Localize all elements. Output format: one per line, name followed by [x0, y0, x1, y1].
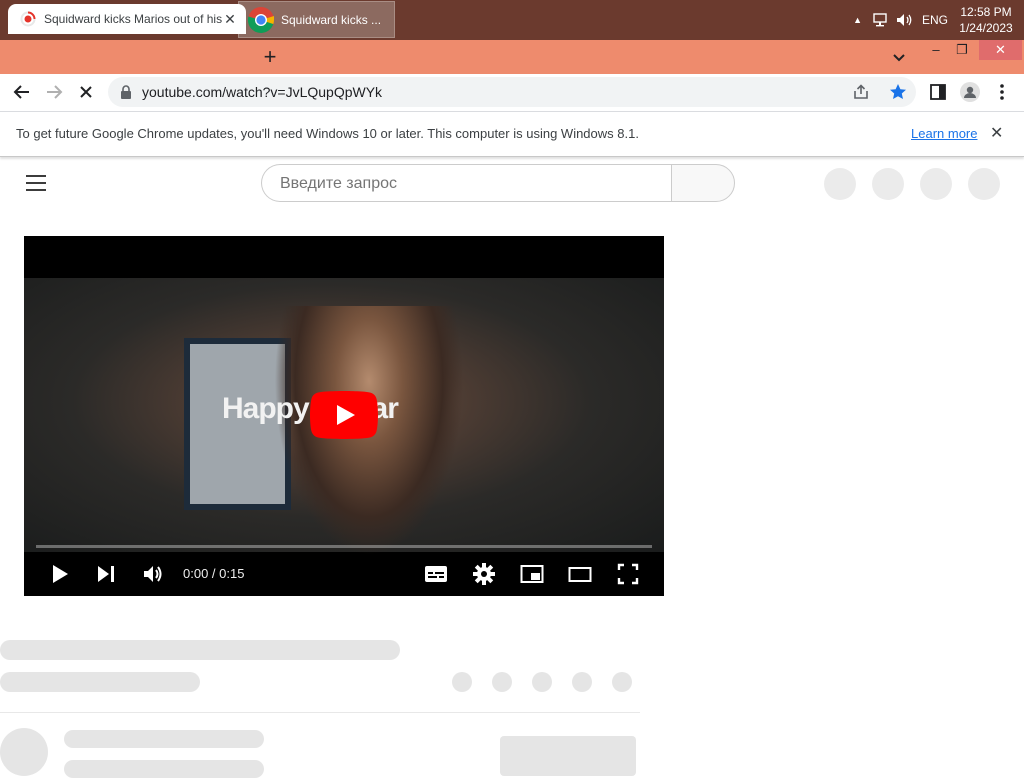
channel-name-skeleton	[64, 730, 264, 748]
action-skeleton	[532, 672, 552, 692]
settings-gear-icon[interactable]	[472, 562, 496, 586]
next-icon[interactable]	[94, 562, 118, 586]
tab-search-chevron-icon[interactable]	[888, 46, 910, 68]
video-timecode: 0:00 / 0:15	[183, 566, 245, 581]
lock-icon[interactable]	[120, 85, 132, 99]
action-skeleton	[572, 672, 592, 692]
tab-strip	[0, 40, 1024, 74]
play-icon[interactable]	[48, 562, 72, 586]
youtube-search-button[interactable]	[671, 164, 735, 202]
update-info-bar: To get future Google Chrome updates, you…	[0, 111, 1024, 157]
address-bar[interactable]: youtube.com/watch?v=JvLQupQpWYk	[108, 77, 916, 107]
kebab-menu-icon	[1000, 84, 1004, 100]
profile-avatar-icon	[960, 82, 980, 102]
clock-date: 1/24/2023	[959, 21, 1013, 35]
forward-button[interactable]	[42, 80, 66, 104]
tab-title: Squidward kicks Marios out of his	[44, 12, 222, 26]
back-button[interactable]	[10, 80, 34, 104]
side-panel-button[interactable]	[926, 80, 950, 104]
bookmark-star-icon[interactable]	[888, 82, 908, 102]
language-indicator[interactable]: ENG	[922, 13, 948, 27]
action-skeleton	[612, 672, 632, 692]
share-icon[interactable]	[852, 83, 870, 101]
channel-subs-skeleton	[64, 760, 264, 778]
header-placeholder-icon	[968, 168, 1000, 200]
close-icon	[80, 86, 92, 98]
channel-avatar-skeleton	[0, 728, 48, 776]
theater-mode-icon[interactable]	[568, 562, 592, 586]
section-divider	[0, 712, 640, 713]
volume-icon[interactable]	[141, 562, 165, 586]
volume-icon[interactable]	[896, 13, 914, 27]
chrome-menu-button[interactable]	[990, 80, 1014, 104]
browser-tab-active[interactable]: Squidward kicks Marios out of his ✕	[8, 4, 246, 34]
youtube-search-box	[261, 164, 671, 203]
header-placeholder-icon	[920, 168, 952, 200]
loading-favicon-icon	[20, 11, 36, 27]
taskbar-chrome-window[interactable]: Squidward kicks ...	[238, 1, 395, 38]
browser-toolbar: youtube.com/watch?v=JvLQupQpWYk	[0, 74, 1024, 110]
video-player[interactable]: Happy J Year 0:00 / 0:15	[24, 236, 664, 596]
youtube-play-icon[interactable]	[310, 391, 378, 439]
learn-more-link[interactable]: Learn more	[911, 112, 977, 156]
new-tab-button[interactable]: +	[258, 42, 282, 72]
chrome-icon	[247, 6, 274, 33]
info-bar-message: To get future Google Chrome updates, you…	[16, 126, 639, 141]
action-skeleton	[492, 672, 512, 692]
stop-loading-button[interactable]	[74, 80, 98, 104]
youtube-search-input[interactable]	[278, 165, 662, 203]
action-skeleton	[452, 672, 472, 692]
clock[interactable]: 12:58 PM 1/24/2023	[956, 4, 1016, 36]
profile-button[interactable]	[958, 80, 982, 104]
subtitles-icon[interactable]	[424, 562, 448, 586]
miniplayer-icon[interactable]	[520, 562, 544, 586]
title-skeleton	[0, 640, 400, 660]
header-placeholder-icon	[824, 168, 856, 200]
subtitle-skeleton	[0, 672, 200, 692]
clock-time: 12:58 PM	[960, 5, 1012, 19]
forward-arrow-icon	[47, 85, 63, 99]
url-text[interactable]: youtube.com/watch?v=JvLQupQpWYk	[142, 77, 382, 107]
fullscreen-icon[interactable]	[616, 562, 640, 586]
player-controls: 0:00 / 0:15	[24, 552, 664, 596]
tab-close-icon[interactable]: ✕	[222, 11, 238, 28]
back-arrow-icon	[13, 85, 29, 99]
taskbar-chrome-label: Squidward kicks ...	[281, 12, 382, 27]
window-restore-button[interactable]: ❐	[947, 40, 977, 60]
system-tray: ▲ ENG 12:58 PM 1/24/2023	[853, 0, 1024, 40]
network-icon[interactable]	[872, 13, 888, 27]
show-hidden-icons-icon[interactable]: ▲	[853, 15, 862, 25]
side-panel-icon	[930, 84, 946, 100]
window-close-button[interactable]: ✕	[979, 40, 1022, 60]
header-placeholder-icon	[872, 168, 904, 200]
subscribe-skeleton	[500, 736, 636, 776]
hamburger-menu-icon[interactable]	[26, 175, 46, 191]
video-progress-bar[interactable]	[36, 545, 652, 548]
info-bar-close-icon[interactable]: ✕	[990, 112, 1003, 156]
